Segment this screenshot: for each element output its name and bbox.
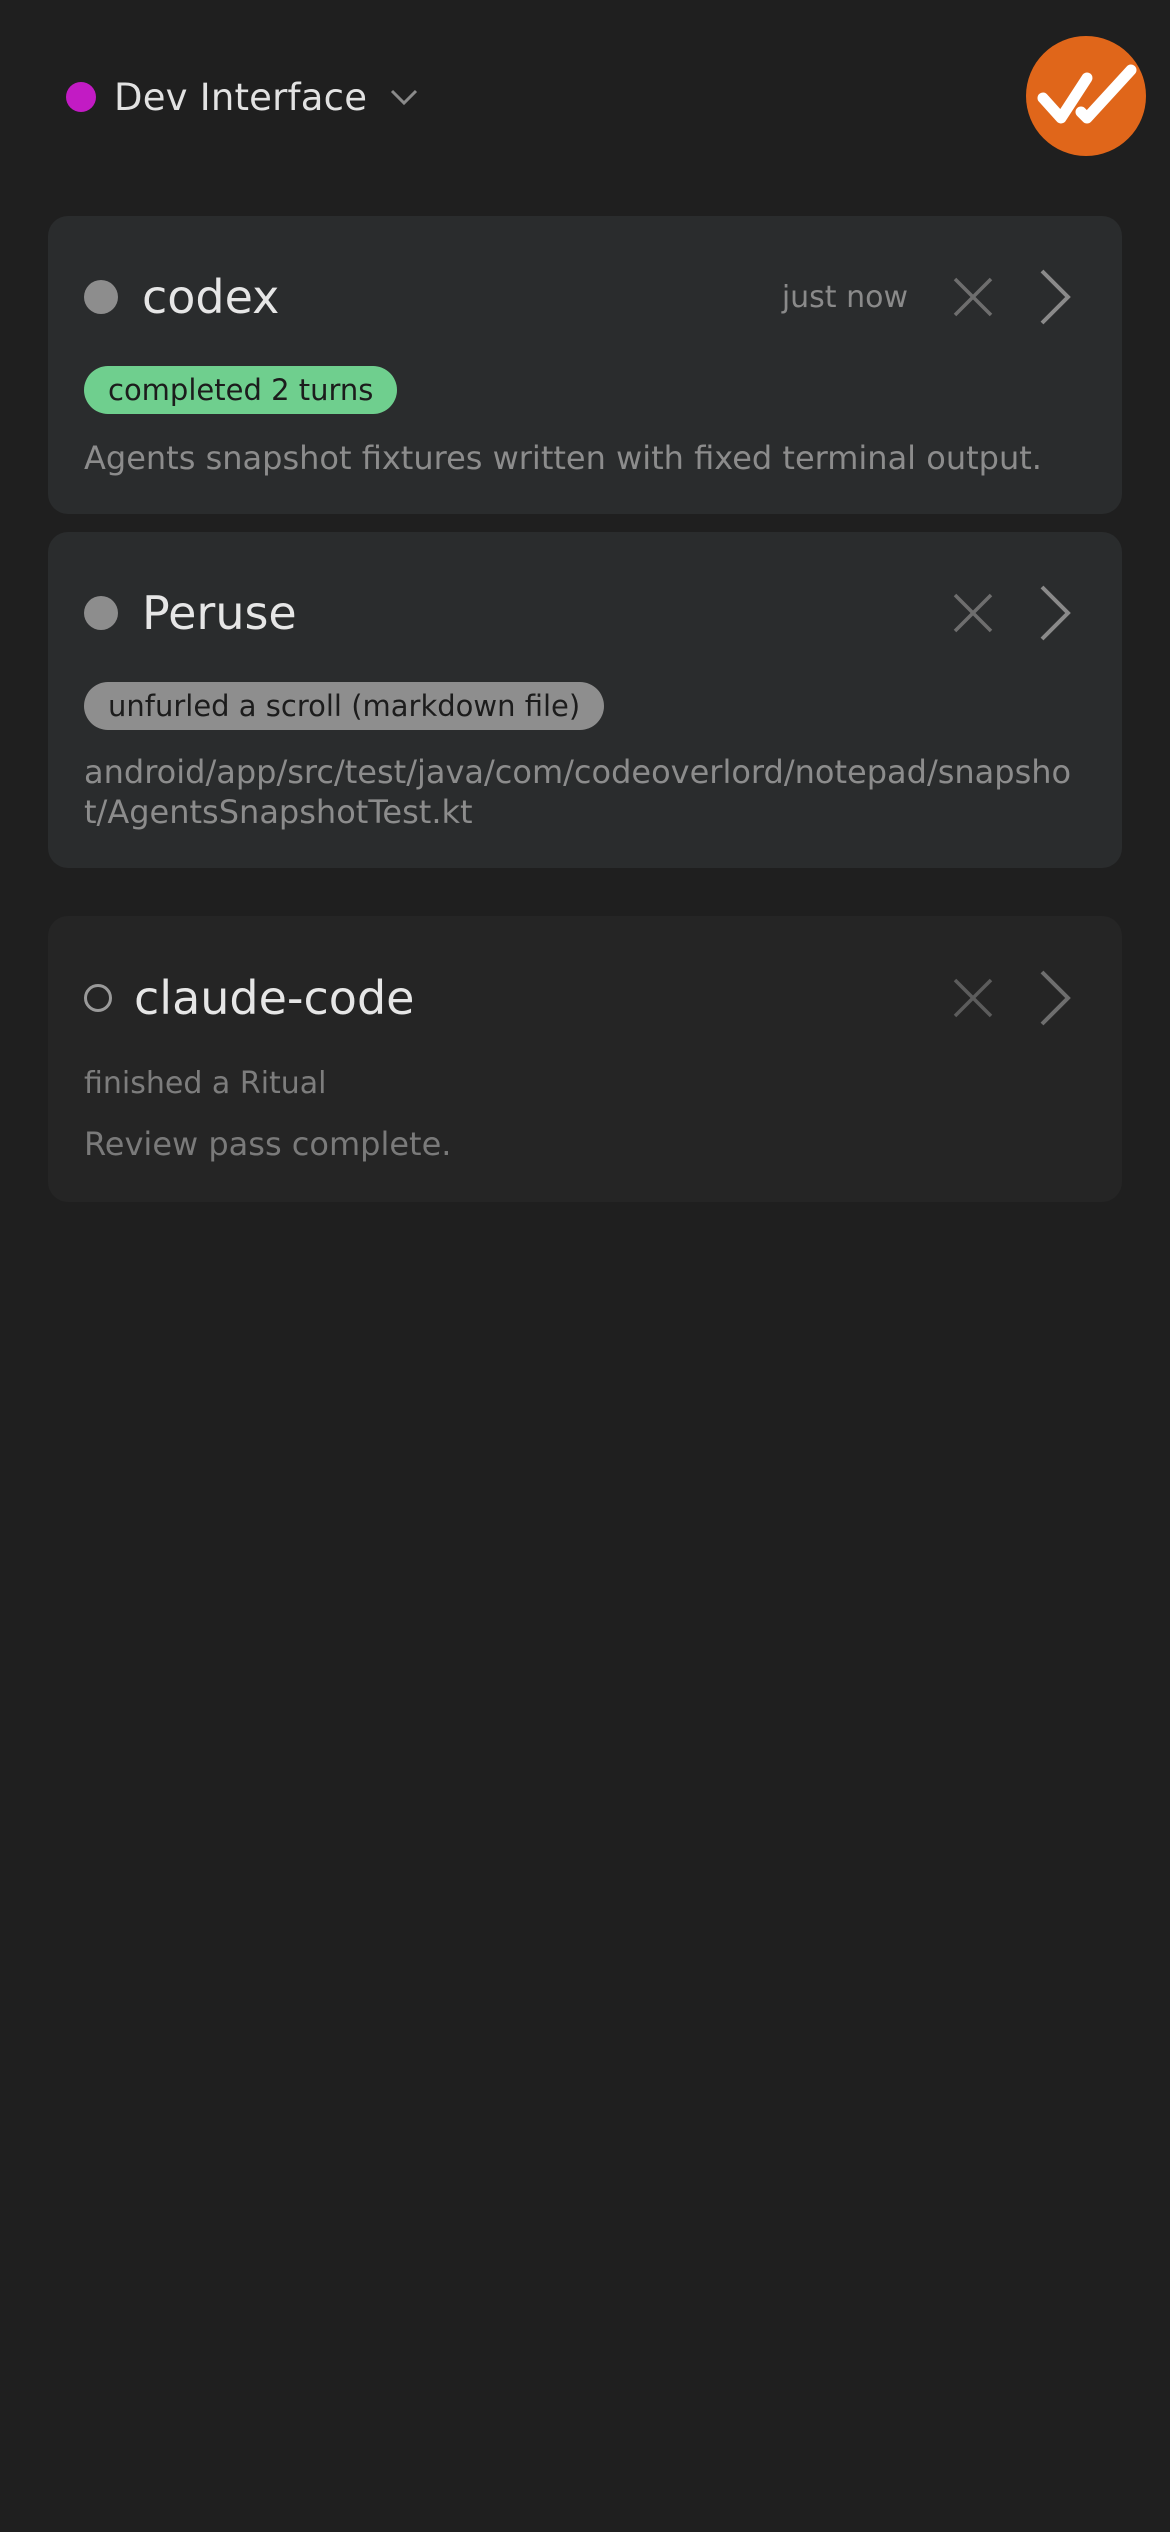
file-path: android/app/src/test/java/com/codeoverlo…: [84, 753, 1072, 831]
chevron-right-icon[interactable]: [1024, 266, 1086, 328]
app-header: Dev Interface: [0, 0, 1170, 200]
workspace-color-dot: [66, 82, 96, 112]
close-icon[interactable]: [942, 266, 1004, 328]
workspace-name: Dev Interface: [114, 75, 368, 119]
status-badge: completed 2 turns: [84, 366, 398, 414]
status-line: finished a Ritual: [84, 1066, 327, 1101]
agent-summary: Agents snapshot fixtures written with fi…: [84, 439, 1042, 477]
chevron-right-icon[interactable]: [1024, 582, 1086, 644]
agent-summary: Review pass complete.: [84, 1125, 452, 1163]
workspace-selector[interactable]: Dev Interface: [66, 62, 419, 132]
close-icon[interactable]: [942, 967, 1004, 1029]
status-dot: [84, 280, 118, 314]
status-dot: [84, 984, 112, 1012]
status-badge: unfurled a scroll (markdown file): [84, 682, 605, 730]
close-icon[interactable]: [942, 582, 1004, 644]
status-dot: [84, 596, 118, 630]
timestamp: just now: [781, 279, 908, 315]
agent-card-codex[interactable]: codex just now completed 2 turns Agents …: [48, 216, 1122, 514]
agent-name: codex: [142, 270, 280, 324]
agent-card-peruse[interactable]: Peruse unfurled a scroll (markdown file)…: [48, 532, 1122, 868]
double-check-icon[interactable]: [1026, 36, 1146, 156]
chevron-down-icon: [389, 82, 419, 112]
chevron-right-icon[interactable]: [1024, 967, 1086, 1029]
agent-name: claude-code: [134, 971, 415, 1025]
agent-name: Peruse: [142, 586, 297, 640]
agent-card-claude-code[interactable]: claude-code finished a Ritual Review pas…: [48, 916, 1122, 1202]
